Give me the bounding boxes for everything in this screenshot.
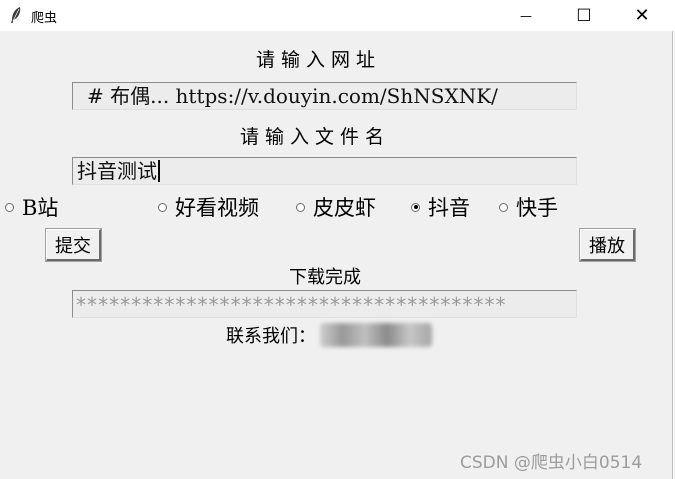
watermark: CSDN @爬虫小白0514	[460, 453, 643, 473]
radio-button-icon[interactable]	[5, 202, 14, 212]
play-button[interactable]: 播放	[580, 229, 635, 261]
maximize-icon: ☐	[576, 5, 592, 26]
text-cursor	[158, 160, 160, 182]
radio-label: 好看视频	[175, 196, 259, 220]
radio-label: B站	[22, 196, 59, 220]
radio-kuaishou[interactable]: 快手	[499, 193, 558, 221]
radio-label: 皮皮虾	[313, 196, 376, 220]
redacted-contact	[320, 323, 432, 347]
radio-bilibili[interactable]: B站	[5, 193, 58, 221]
feather-icon	[11, 7, 21, 23]
submit-button[interactable]: 提交	[46, 229, 101, 261]
status-text: 下载完成	[289, 267, 361, 288]
title-bar: 爬虫 — ☐ ✕	[0, 0, 675, 31]
minimize-icon: —	[520, 8, 532, 23]
url-label: 请输入网址	[256, 49, 382, 71]
contact-label: 联系我们：	[226, 326, 316, 347]
window-title: 爬虫	[31, 11, 58, 26]
radio-button-icon[interactable]	[296, 202, 305, 212]
radio-label: 抖音	[428, 196, 470, 220]
close-button[interactable]: ✕	[619, 0, 665, 31]
minimize-button[interactable]: —	[503, 0, 549, 31]
radio-button-icon[interactable]	[499, 202, 508, 212]
url-input[interactable]: # 布偶... https://v.douyin.com/ShNSXNK/	[72, 82, 577, 110]
radio-douyin[interactable]: 抖音	[411, 193, 470, 221]
filename-value: 抖音测试	[77, 159, 157, 183]
progress-field[interactable]: ***************************************	[72, 290, 577, 318]
filename-label: 请输入文件名	[240, 126, 391, 148]
radio-button-selected-icon[interactable]	[411, 202, 420, 212]
radio-haokan[interactable]: 好看视频	[158, 193, 259, 221]
radio-button-icon[interactable]	[158, 202, 167, 212]
maximize-button[interactable]: ☐	[561, 0, 607, 31]
radio-pipixia[interactable]: 皮皮虾	[296, 193, 376, 221]
close-icon: ✕	[634, 5, 650, 26]
filename-input[interactable]: 抖音测试	[72, 157, 577, 185]
radio-label: 快手	[516, 196, 558, 220]
